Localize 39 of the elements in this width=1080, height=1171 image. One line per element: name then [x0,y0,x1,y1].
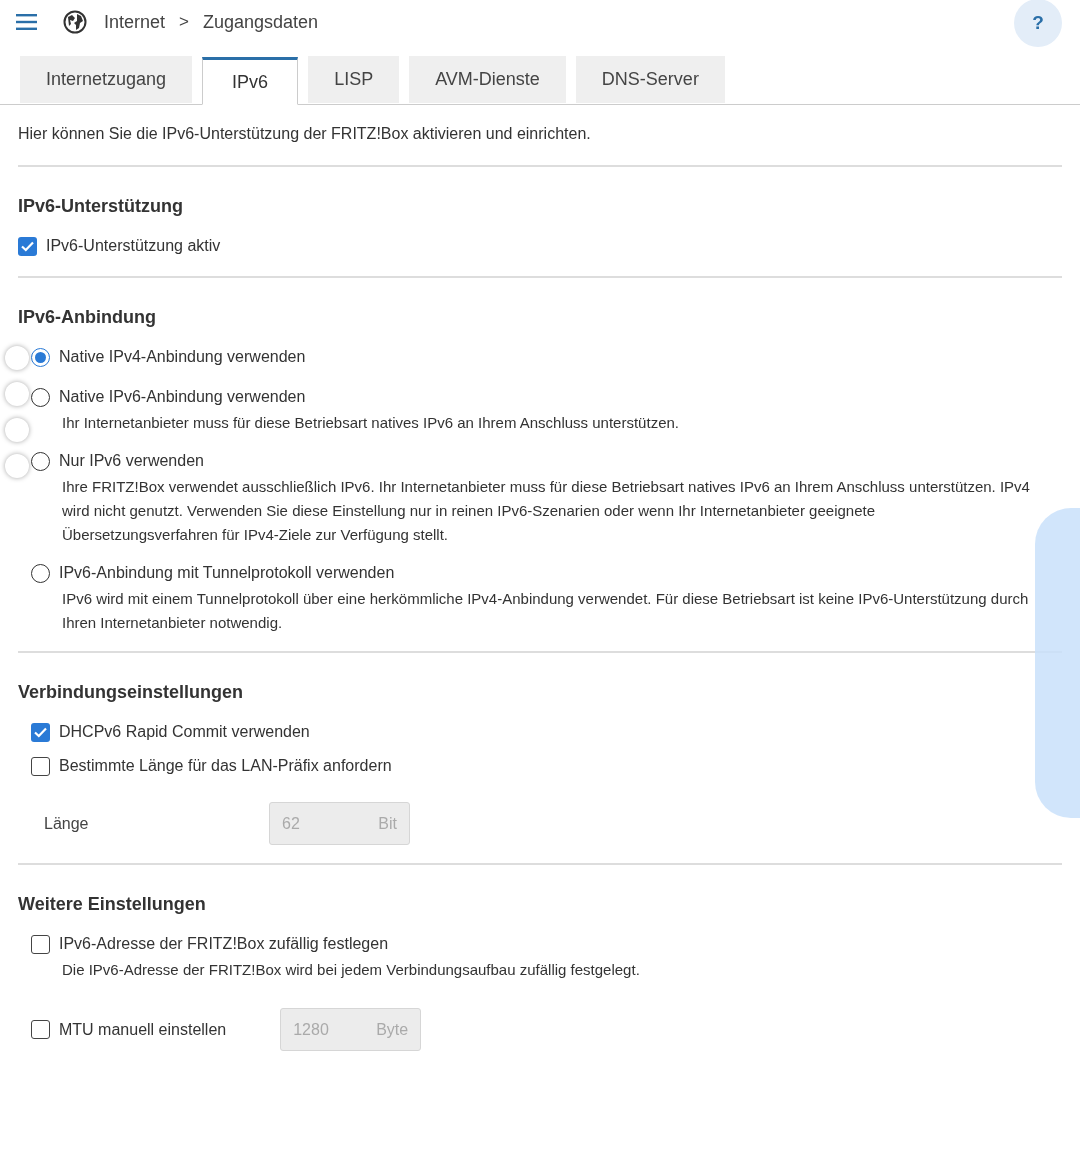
breadcrumb-item[interactable]: Zugangsdaten [203,8,319,36]
tab[interactable]: LISP [308,56,400,103]
breadcrumb-item[interactable]: Internet [104,8,166,36]
option-description: Ihr Internetanbieter muss für diese Betriebsart natives IPv6 an Ihrem Anschluss unterstützen. [61,413,680,433]
option-label: IPv6-Adresse der FRITZ!Box zufällig festlegen [59,934,389,954]
help-button[interactable]: ? [1014,0,1062,47]
option-description: IPv6 wird mit einem Tunnelprotokoll über eine herkömmliche IPv4-Anbindung verwendet. Für diese Betriebsart ist keine IPv6-Unterstützung durch Ihren Internetanbieter notwendig. [61,589,1030,633]
option-label: IPv6-Unterstützung aktiv [46,236,221,256]
touch-point [5,382,29,406]
intro-text: Hier können Sie die IPv6-Unterstützung der FRITZ!Box aktivieren und einrichten. [18,105,1062,167]
tab[interactable]: DNS-Server [575,56,725,103]
touch-point [5,346,29,370]
option-label: Native IPv6-Anbindung verwenden [59,387,306,407]
tab[interactable]: Internetzugang [20,56,193,103]
section-heading: IPv6-Anbindung [18,306,156,329]
section-heading: Verbindungseinstellungen [18,681,244,704]
section-heading: Weitere Einstellungen [18,893,206,916]
field-label: Länge [44,813,90,834]
touch-point [5,454,29,478]
option-label: Native IPv4-Anbindung verwenden [59,347,306,367]
option-label: IPv6-Anbindung mit Tunnelprotokoll verwenden [59,563,395,583]
option-label: Bestimmte Länge für das LAN-Präfix anfordern [59,756,392,776]
globe-icon [63,10,87,34]
checkbox[interactable] [18,236,37,256]
touch-point [5,418,29,442]
option-label: DHCPv6 Rapid Commit verwenden [59,722,310,742]
option-description: Ihre FRITZ!Box verwendet ausschließlich IPv6. Ihr Internetanbieter muss für diese Betriebsart natives IPv6 an Ihrem Anschluss unterstützen. IPv4 wird nicht genutzt. Verwenden Sie diese Einstellung nur in reinen IPv6-Szenarien oder wenn Ihr Internetanbieter geeignete Übersetzungsverfahren für IPv4-Ziele zur Verfügung stellt. [61,477,1031,545]
option-description: Die IPv6-Adresse der FRITZ!Box wird bei jedem Verbindungsaufbau zufällig festgelegt. [61,960,641,980]
side-panel-handle[interactable] [1035,508,1080,818]
tab[interactable]: AVM-Dienste [409,56,566,103]
checkbox[interactable] [31,756,50,776]
option-label: MTU manuell einstellen [59,1019,227,1040]
section-heading: IPv6-Unterstützung [18,195,183,218]
chevron-icon: > [179,9,189,35]
menu-icon[interactable] [16,14,37,30]
checkbox[interactable] [31,722,50,742]
checkbox[interactable] [31,934,50,954]
tab[interactable]: IPv6 [202,57,299,105]
option-label: Nur IPv6 verwenden [59,451,204,471]
